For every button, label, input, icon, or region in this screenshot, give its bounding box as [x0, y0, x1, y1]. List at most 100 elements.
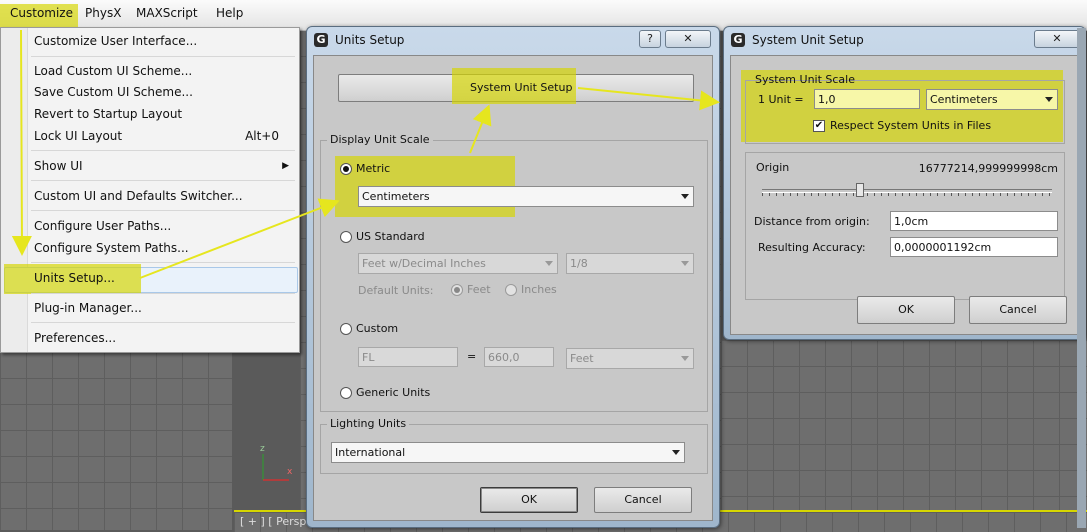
lighting-units-group: Lighting Units International — [320, 417, 708, 474]
menu-icon-column — [1, 28, 28, 352]
distance-input[interactable]: 1,0cm — [890, 211, 1058, 231]
menu-item-preferences[interactable]: Preferences... — [34, 331, 116, 345]
system-unit-select[interactable]: Centimeters — [926, 89, 1058, 110]
app-logo-icon: G — [314, 33, 328, 47]
custom-equals-label: = — [467, 350, 477, 363]
system-ok-button[interactable]: OK — [857, 296, 955, 324]
one-unit-label: 1 Unit = — [758, 93, 804, 106]
origin-label: Origin — [756, 161, 790, 174]
chevron-down-icon — [681, 194, 689, 199]
generic-units-radio[interactable] — [340, 387, 352, 399]
viewport-label[interactable]: [ + ] [ Perspe — [240, 515, 313, 528]
us-standard-label: US Standard — [356, 230, 425, 243]
inches-radio[interactable] — [505, 284, 517, 296]
one-unit-input[interactable]: 1,0 — [814, 89, 920, 109]
menu-item-load-scheme[interactable]: Load Custom UI Scheme... — [34, 64, 192, 78]
viewport-top-left[interactable] — [0, 352, 232, 530]
menu-item-lock-layout[interactable]: Lock UI Layout — [34, 129, 122, 143]
distance-label: Distance from origin: — [754, 215, 870, 228]
app-logo-icon: G — [731, 33, 745, 47]
right-edge-scrollbar[interactable] — [1077, 28, 1086, 528]
respect-units-checkbox[interactable]: ✔ — [813, 120, 825, 132]
system-unit-setup-title: System Unit Setup — [752, 33, 864, 47]
chevron-down-icon — [672, 450, 680, 455]
system-unit-panel: System Unit Scale 1 Unit = 1,0 Centimete… — [730, 55, 1081, 335]
viewport-top-right[interactable] — [721, 340, 1087, 530]
custom-name-value: FL — [362, 351, 375, 364]
us-unit-select[interactable]: Feet w/Decimal Inches — [358, 253, 558, 274]
metric-unit-select[interactable]: Centimeters — [358, 186, 694, 207]
custom-radio[interactable] — [340, 323, 352, 335]
lighting-units-value: International — [335, 446, 406, 459]
menu-separator — [31, 150, 295, 151]
menu-shortcut-lock-layout: Alt+0 — [245, 129, 279, 143]
accuracy-value: 0,0000001192cm — [894, 241, 992, 254]
slider-ticks — [762, 193, 1052, 196]
menu-separator — [31, 293, 295, 294]
distance-value: 1,0cm — [894, 215, 929, 228]
menu-separator — [31, 180, 295, 181]
system-cancel-button[interactable]: Cancel — [969, 296, 1067, 324]
feet-radio[interactable] — [451, 284, 463, 296]
menu-separator — [31, 210, 295, 211]
system-unit-setup-dialog: G System Unit Setup ✕ System Unit Scale … — [723, 26, 1086, 340]
accuracy-label: Resulting Accuracy: — [758, 241, 866, 254]
chevron-down-icon — [1045, 97, 1053, 102]
menu-separator — [31, 322, 295, 323]
menu-separator — [31, 262, 295, 263]
menu-help[interactable]: Help — [216, 6, 243, 20]
close-button[interactable]: ✕ — [665, 30, 711, 48]
close-button[interactable]: ✕ — [1034, 30, 1080, 48]
menu-item-show-ui[interactable]: Show UI — [34, 159, 83, 173]
menu-physx[interactable]: PhysX — [85, 6, 121, 20]
menu-item-ui-switcher[interactable]: Custom UI and Defaults Switcher... — [34, 189, 243, 203]
accuracy-input[interactable]: 0,0000001192cm — [890, 237, 1058, 257]
menu-maxscript[interactable]: MAXScript — [136, 6, 198, 20]
help-button[interactable]: ? — [639, 30, 661, 48]
lighting-units-select[interactable]: International — [331, 442, 685, 463]
us-fraction-value: 1/8 — [570, 257, 588, 270]
slider-thumb[interactable] — [855, 183, 864, 197]
menu-customize[interactable]: Customize — [10, 6, 73, 20]
system-unit-value: Centimeters — [930, 93, 998, 106]
one-unit-value: 1,0 — [818, 93, 836, 106]
custom-unit-value: Feet — [570, 352, 594, 365]
chevron-down-icon — [681, 356, 689, 361]
units-ok-button[interactable]: OK — [480, 487, 578, 513]
units-setup-title: Units Setup — [335, 33, 405, 47]
display-unit-scale-label: Display Unit Scale — [327, 133, 433, 146]
metric-radio[interactable] — [340, 163, 352, 175]
custom-value-text: 660,0 — [488, 351, 520, 364]
menu-item-save-scheme[interactable]: Save Custom UI Scheme... — [34, 85, 193, 99]
menu-item-plugin-manager[interactable]: Plug-in Manager... — [34, 301, 142, 315]
origin-slider[interactable] — [762, 183, 1052, 197]
menu-item-customize-ui[interactable]: Customize User Interface... — [34, 34, 197, 48]
system-unit-setup-label: System Unit Setup — [470, 81, 573, 94]
menu-item-units-setup[interactable]: Units Setup... — [34, 271, 115, 285]
us-standard-radio[interactable] — [340, 231, 352, 243]
chevron-down-icon — [681, 261, 689, 266]
us-unit-value: Feet w/Decimal Inches — [362, 257, 486, 270]
system-unit-scale-label: System Unit Scale — [755, 73, 855, 86]
menu-item-system-paths[interactable]: Configure System Paths... — [34, 241, 189, 255]
menu-item-revert-layout[interactable]: Revert to Startup Layout — [34, 107, 182, 121]
origin-group: Origin 16777214,999999998cm Distance fro… — [745, 152, 1065, 300]
inches-label: Inches — [521, 283, 557, 296]
menu-separator — [31, 56, 295, 57]
lighting-units-label: Lighting Units — [327, 417, 410, 430]
menu-item-user-paths[interactable]: Configure User Paths... — [34, 219, 171, 233]
us-fraction-select[interactable]: 1/8 — [566, 253, 694, 274]
customize-menu: Customize User Interface... Load Custom … — [0, 27, 300, 353]
feet-label: Feet — [467, 283, 491, 296]
custom-unit-select[interactable]: Feet — [566, 348, 694, 369]
generic-units-label: Generic Units — [356, 386, 431, 399]
system-unit-scale-group: System Unit Scale 1 Unit = 1,0 Centimete… — [745, 73, 1065, 144]
custom-name-input[interactable]: FL — [358, 347, 458, 367]
axis-x-label: x — [287, 467, 293, 477]
origin-value: 16777214,999999998cm — [918, 162, 1058, 175]
custom-value-input[interactable]: 660,0 — [484, 347, 554, 367]
units-setup-dialog: G Units Setup ? ✕ System Unit Setup Disp… — [306, 26, 720, 528]
display-unit-scale-group: Display Unit Scale Metric Centimeters US… — [320, 133, 708, 412]
units-cancel-button[interactable]: Cancel — [594, 487, 692, 513]
axis-z-label: z — [260, 444, 265, 454]
